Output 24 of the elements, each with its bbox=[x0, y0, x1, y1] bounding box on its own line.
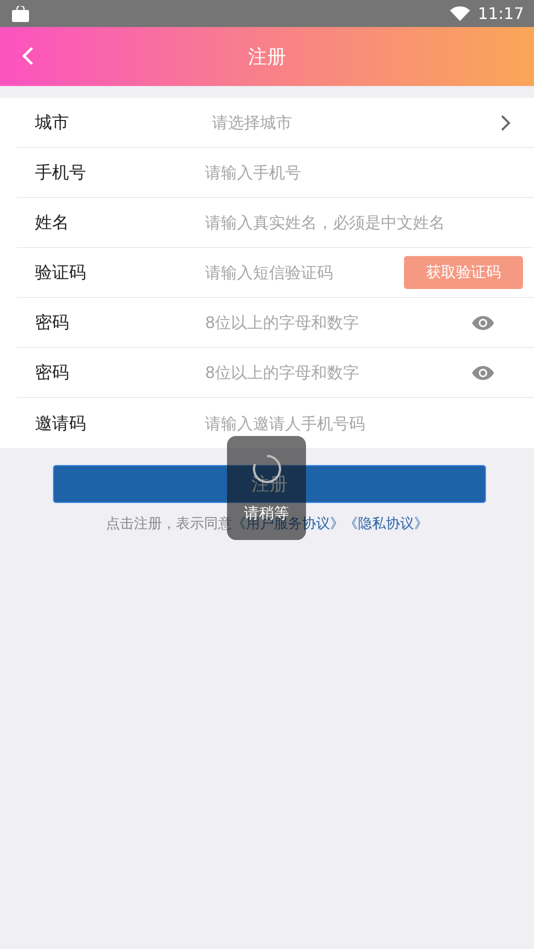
back-chevron-icon bbox=[22, 46, 34, 66]
input-field[interactable]: 8位以上的字母和数字 bbox=[170, 308, 472, 338]
get-code-button[interactable]: 获取验证码 bbox=[404, 256, 523, 289]
page-title: 注册 bbox=[248, 44, 286, 70]
wifi-icon bbox=[450, 6, 470, 21]
field-label: 城市 bbox=[34, 112, 70, 134]
eye-icon[interactable] bbox=[472, 366, 494, 380]
status-time: 11:17 bbox=[478, 4, 524, 23]
input-field[interactable]: 请输入真实姓名，必须是中文姓名 bbox=[170, 208, 534, 238]
eye-icon[interactable] bbox=[472, 316, 494, 330]
input-field[interactable]: 8位以上的字母和数字 bbox=[170, 358, 472, 388]
input-field[interactable]: 请选择城市 bbox=[170, 108, 500, 138]
agreement-link[interactable]: 《隐私协议》 bbox=[344, 516, 428, 532]
input-field[interactable]: 请输入邀请人手机号码 bbox=[170, 408, 534, 438]
field-label: 邀请码 bbox=[34, 412, 87, 434]
field-label: 姓名 bbox=[34, 212, 70, 234]
shopping-bag-icon bbox=[12, 6, 29, 22]
chevron-right-icon bbox=[500, 114, 512, 132]
input-field[interactable]: 请输入短信验证码 bbox=[170, 258, 404, 288]
field-label: 验证码 bbox=[34, 262, 87, 284]
field-label: 密码 bbox=[34, 312, 70, 334]
field-label: 手机号 bbox=[34, 162, 87, 184]
input-field[interactable]: 请输入手机号 bbox=[170, 158, 534, 188]
field-label: 密码 bbox=[34, 362, 70, 384]
